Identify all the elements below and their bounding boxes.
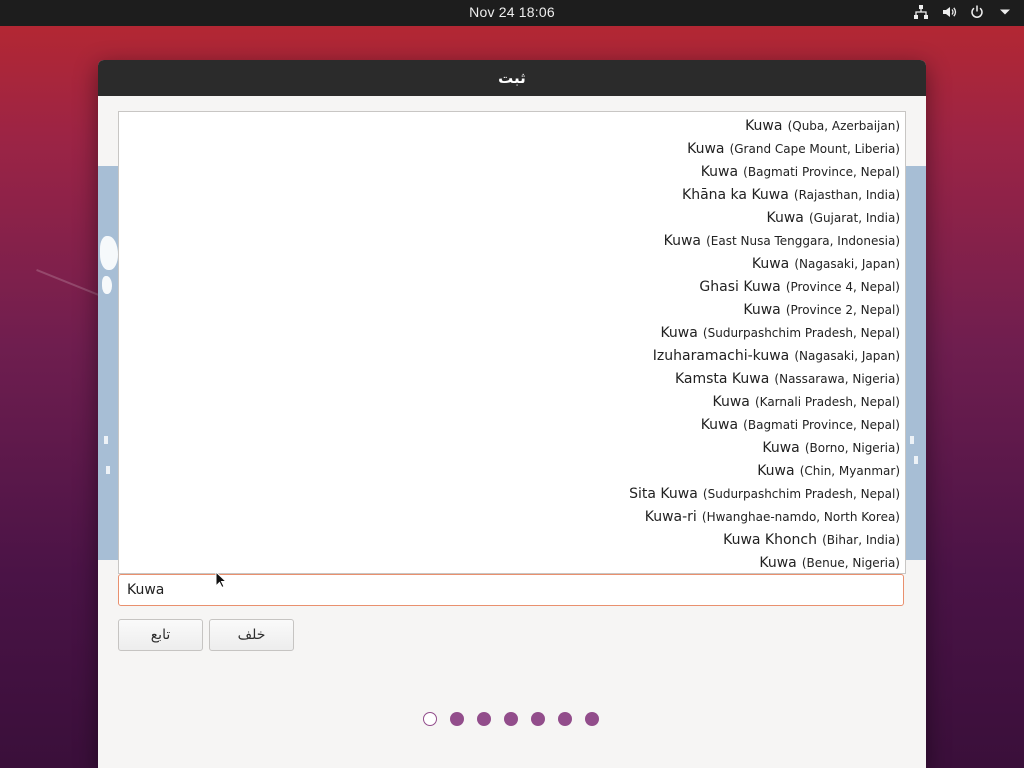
result-region: (Nagasaki, Japan) — [794, 257, 900, 271]
result-city-name: Kuwa — [660, 325, 698, 341]
result-city-name: Kuwa — [712, 394, 750, 410]
volume-icon[interactable] — [940, 3, 958, 21]
location-result-item[interactable]: Sita Kuwa (Sudurpashchim Pradesh, Nepal) — [119, 481, 905, 504]
results-items: Kuwa (Quba, Azerbaijan) Kuwa (Grand Cape … — [119, 112, 905, 573]
result-region: (Grand Cape Mount, Liberia) — [729, 142, 900, 156]
result-city-name: Kuwa — [745, 118, 783, 134]
result-region: (Bagmati Province, Nepal) — [743, 165, 900, 179]
result-city-name: Kuwa — [759, 555, 797, 571]
map-marker — [910, 436, 914, 444]
location-result-item[interactable]: Kuwa (Grand Cape Mount, Liberia) — [119, 136, 905, 159]
result-region: (Rajasthan, India) — [793, 188, 900, 202]
continue-button[interactable]: تابع — [118, 619, 203, 651]
location-result-item[interactable]: Kuwa (Bagmati Province, Nepal) — [119, 159, 905, 182]
result-region: (Sudurpashchim Pradesh, Nepal) — [702, 326, 900, 340]
map-marker — [106, 466, 110, 474]
progress-dot — [531, 712, 545, 726]
clock[interactable]: Nov 24 18:06 — [0, 4, 1024, 20]
result-city-name: Khāna ka Kuwa — [682, 187, 789, 203]
result-region: (East Nusa Tenggara, Indonesia) — [706, 234, 900, 248]
back-button[interactable]: خلف — [209, 619, 294, 651]
location-result-item[interactable]: Kuwa Khonch (Bihar, India) — [119, 527, 905, 550]
location-result-item[interactable]: Khāna ka Kuwa (Rajasthan, India) — [119, 182, 905, 205]
result-city-name: Kuwa — [751, 256, 790, 272]
result-region: (Bagmati Province, Nepal) — [743, 418, 900, 432]
result-region: (Chin, Myanmar) — [799, 464, 900, 478]
location-result-item[interactable]: Kuwa-ri (Hwanghae-namdo, North Korea) — [119, 504, 905, 527]
location-result-item[interactable]: Ghasi Kuwa (Province 4, Nepal) — [119, 274, 905, 297]
location-result-item[interactable]: Kuwa (Borno, Nigeria) — [119, 435, 905, 458]
map-landmass — [102, 276, 112, 294]
result-city-name: Kuwa — [757, 463, 795, 479]
result-city-name: Kuwa Khonch — [723, 532, 817, 548]
result-region: (Province 4, Nepal) — [785, 280, 900, 294]
location-result-item[interactable]: Izuharamachi-kuwa (Nagasaki, Japan) — [119, 343, 905, 366]
location-result-item[interactable]: Kamsta Kuwa (Nassarawa, Nigeria) — [119, 366, 905, 389]
location-result-item[interactable]: Kuwa (Province 2, Nepal) — [119, 297, 905, 320]
progress-dots — [423, 712, 599, 726]
result-region: (Nagasaki, Japan) — [794, 349, 900, 363]
location-result-item[interactable]: Kuwa (Benue, Nigeria) — [119, 550, 905, 573]
location-result-item[interactable]: Kuwa (East Nusa Tenggara, Indonesia) — [119, 228, 905, 251]
location-result-item[interactable]: Kuwa (Karnali Pradesh, Nepal) — [119, 389, 905, 412]
progress-dot — [477, 712, 491, 726]
progress-dot-current — [423, 712, 437, 726]
result-city-name: Kuwa-ri — [644, 509, 697, 525]
progress-dot — [504, 712, 518, 726]
location-result-item[interactable]: Kuwa (Bagmati Province, Nepal) — [119, 412, 905, 435]
result-city-name: Kuwa — [687, 141, 725, 157]
progress-dot — [450, 712, 464, 726]
location-result-item[interactable]: Kuwa (Sudurpashchim Pradesh, Nepal) — [119, 320, 905, 343]
map-landmass — [100, 236, 118, 270]
progress-dot — [558, 712, 572, 726]
location-result-item[interactable]: Kuwa (Chin, Myanmar) — [119, 458, 905, 481]
result-city-name: Kuwa — [766, 210, 804, 226]
location-results-list[interactable]: Kuwa (Quba, Azerbaijan) Kuwa (Grand Cape … — [118, 111, 906, 574]
result-region: (Quba, Azerbaijan) — [787, 119, 900, 133]
result-city-name: Kamsta Kuwa — [674, 371, 770, 387]
result-city-name: Sita Kuwa — [629, 486, 698, 502]
progress-dot — [585, 712, 599, 726]
result-region: (Gujarat, India) — [808, 211, 900, 225]
result-region: (Borno, Nigeria) — [804, 441, 900, 455]
result-city-name: Kuwa — [700, 164, 739, 180]
location-search-input[interactable] — [118, 574, 904, 606]
result-city-name: Kuwa — [663, 233, 702, 249]
location-result-item[interactable]: Kuwa (Nagasaki, Japan) — [119, 251, 905, 274]
power-icon[interactable] — [968, 3, 986, 21]
result-region: (Province 2, Nepal) — [785, 303, 900, 317]
result-region: (Hwanghae-namdo, North Korea) — [701, 510, 900, 524]
network-icon[interactable] — [912, 3, 930, 21]
result-region: (Sudurpashchim Pradesh, Nepal) — [702, 487, 900, 501]
result-city-name: Ghasi Kuwa — [699, 279, 781, 295]
result-region: (Bihar, India) — [822, 533, 900, 547]
menu-caret-icon[interactable] — [996, 3, 1014, 21]
wallpaper-streak — [36, 268, 102, 298]
location-result-item[interactable]: Kuwa (Quba, Azerbaijan) — [119, 113, 905, 136]
result-city-name: Kuwa — [762, 440, 800, 456]
system-tray[interactable] — [912, 3, 1014, 21]
map-marker — [914, 456, 918, 464]
mouse-pointer-icon — [215, 571, 227, 589]
location-result-item[interactable]: Kuwa (Gujarat, India) — [119, 205, 905, 228]
result-region: (Karnali Pradesh, Nepal) — [754, 395, 900, 409]
top-bar: Nov 24 18:06 — [0, 0, 1024, 26]
result-city-name: Izuharamachi-kuwa — [652, 348, 790, 364]
installer-window: ثبت Kuwa (Quba, Azerbaijan) Kuwa (Grand C… — [98, 60, 926, 768]
result-region: (Nassarawa, Nigeria) — [774, 372, 900, 386]
result-city-name: Kuwa — [743, 302, 781, 318]
result-region: (Benue, Nigeria) — [801, 556, 900, 570]
result-city-name: Kuwa — [700, 417, 739, 433]
map-marker — [104, 436, 108, 444]
window-title: ثبت — [98, 60, 926, 96]
